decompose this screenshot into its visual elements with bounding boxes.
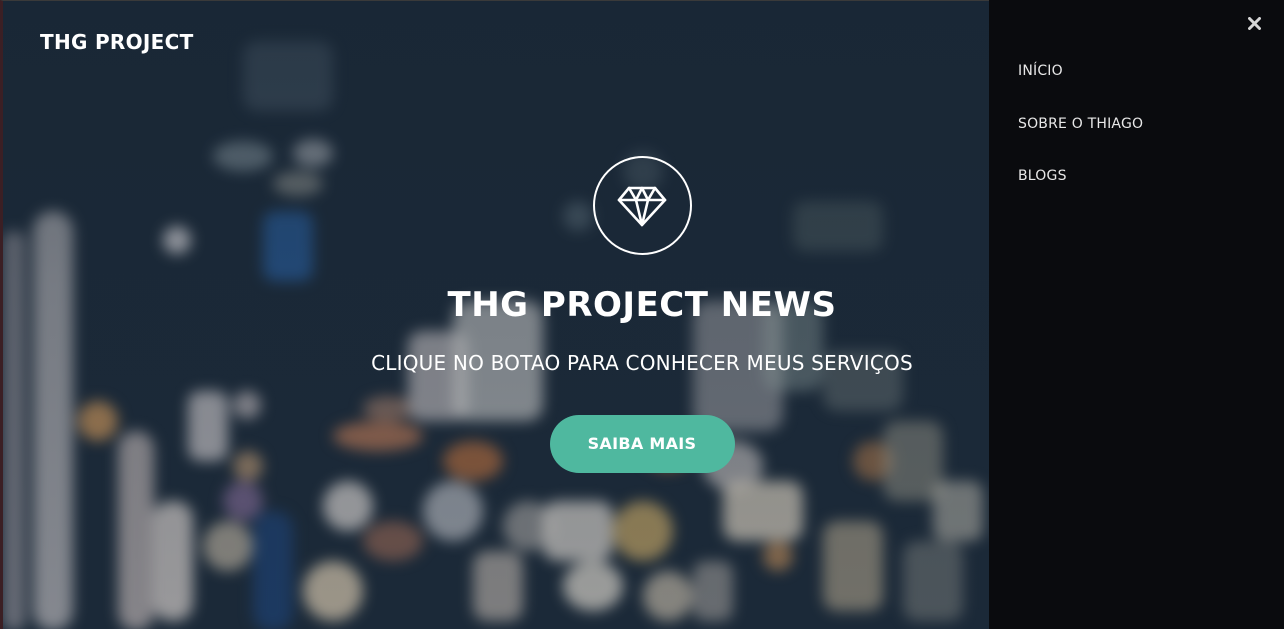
menu-item-sobre-o-thiago[interactable]: SOBRE O THIAGO <box>1018 114 1143 167</box>
page: THG PROJECT THG PROJECT NEWS CLIQUE NO B… <box>0 0 1284 629</box>
menu-item-blogs[interactable]: BLOGS <box>1018 166 1143 219</box>
close-icon-graphic <box>1247 16 1261 30</box>
brand-logo[interactable]: THG PROJECT <box>40 30 194 54</box>
close-icon[interactable] <box>1243 12 1265 34</box>
menu-list: INÍCIO SOBRE O THIAGO BLOGS <box>1018 61 1143 219</box>
diamond-icon <box>592 156 692 255</box>
side-menu: INÍCIO SOBRE O THIAGO BLOGS <box>989 0 1284 629</box>
diamond-icon-graphic <box>617 186 667 226</box>
menu-item-inicio[interactable]: INÍCIO <box>1018 61 1143 114</box>
saiba-mais-button[interactable]: SAIBA MAIS <box>549 415 735 473</box>
